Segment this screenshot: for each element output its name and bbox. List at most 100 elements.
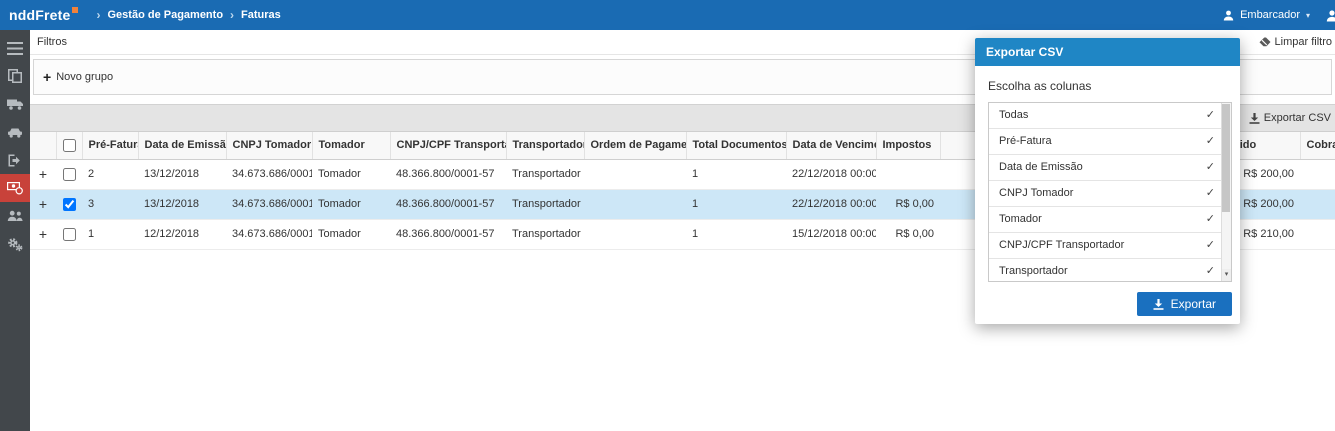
users-icon: [7, 210, 23, 221]
scroll-down-button[interactable]: ▾: [1222, 269, 1231, 281]
column-header-cobranca[interactable]: Cobrança: [1300, 132, 1335, 160]
column-option-tomador[interactable]: Tomador ✓: [989, 207, 1231, 233]
check-icon: ✓: [1205, 265, 1215, 277]
check-icon: ✓: [1205, 161, 1215, 173]
settings-icon: [8, 237, 23, 251]
cell-emissao: 13/12/2018: [138, 159, 226, 190]
cell-cnpj-transportador: 48.366.800/0001-57: [390, 159, 506, 190]
cell-ordem-pagamento: [584, 189, 686, 220]
modal-footer: Exportar: [988, 292, 1232, 316]
cell-emissao: 12/12/2018: [138, 219, 226, 250]
row-checkbox[interactable]: [62, 227, 76, 241]
option-label: CNPJ Tomador: [999, 187, 1074, 199]
sidebar-item-truck[interactable]: [0, 90, 30, 118]
cell-transportador: Transportador: [506, 189, 584, 220]
column-header-total-documentos[interactable]: Total Documentos: [686, 132, 787, 160]
column-options-list: Todas ✓ Pré-Fatura ✓ Data de Emissão ✓ C…: [988, 102, 1232, 282]
cell-impostos: R$ 0,00: [876, 219, 940, 250]
user-icon: [1223, 10, 1234, 20]
list-scrollbar[interactable]: ▾: [1221, 103, 1231, 281]
cell-cnpj-tomador: 34.673.686/0001-01: [226, 189, 312, 220]
cell-cnpj-transportador: 48.366.800/0001-57: [390, 189, 506, 220]
cell-impostos: R$ 0,00: [876, 189, 940, 220]
column-header-tomador[interactable]: Tomador: [312, 132, 391, 160]
row-checkbox[interactable]: [62, 197, 76, 211]
cell-select: [56, 189, 82, 220]
chevron-right-icon: ›: [96, 8, 101, 22]
app-logo[interactable]: nddFrete: [9, 7, 78, 23]
check-icon: ✓: [1205, 213, 1215, 225]
cell-cnpj-tomador: 34.673.686/0001-01: [226, 219, 312, 250]
logo-flag-icon: [71, 7, 78, 13]
column-header-ordem-pagamento[interactable]: Ordem de Pagamento: [584, 132, 687, 160]
caret-down-icon: ▾: [1305, 10, 1310, 20]
sidebar-item-car[interactable]: [0, 118, 30, 146]
sidebar-item-users[interactable]: [0, 202, 30, 230]
clear-filter-button[interactable]: Limpar filtro: [1259, 36, 1332, 48]
cell-select: [56, 159, 82, 190]
eraser-icon: [1259, 37, 1271, 47]
cell-transportador: Transportador: [506, 159, 584, 190]
cell-cobranca: [1300, 219, 1335, 250]
breadcrumb: › Gestão de Pagamento › Faturas: [97, 8, 281, 22]
breadcrumb-item-faturas[interactable]: Faturas: [241, 9, 281, 21]
topbar-edge-button[interactable]: [1322, 9, 1335, 27]
cell-select: [56, 219, 82, 250]
option-label: Pré-Fatura: [999, 135, 1052, 147]
chevron-right-icon: ›: [230, 8, 235, 22]
sidebar-item-settings[interactable]: [0, 230, 30, 258]
column-header-emissao-label: Data de Emissão: [144, 139, 226, 152]
cell-tomador: Tomador: [312, 159, 390, 190]
column-option-todas[interactable]: Todas ✓: [989, 103, 1231, 129]
cell-prefatura: 2: [82, 159, 138, 190]
expand-row-button[interactable]: +: [30, 189, 56, 220]
cell-vencimento: 22/12/2018 00:00: [786, 159, 876, 190]
column-header-transportador[interactable]: Transportador: [506, 132, 585, 160]
column-header-cnpj-transportador[interactable]: CNPJ/CPF Transportador: [390, 132, 507, 160]
column-header-emissao[interactable]: Data de Emissão↓: [138, 132, 227, 160]
user-menu[interactable]: Embarcador ▾: [1223, 0, 1310, 30]
sidebar-item-payments[interactable]: [0, 174, 30, 202]
export-button[interactable]: Exportar: [1136, 292, 1232, 316]
row-checkbox[interactable]: [62, 167, 76, 181]
column-header-impostos[interactable]: Impostos: [876, 132, 941, 160]
select-all-checkbox[interactable]: [62, 138, 76, 152]
new-group-button[interactable]: + Novo grupo: [43, 70, 113, 84]
sidebar-item-documents[interactable]: [0, 62, 30, 90]
cell-vencimento: 15/12/2018 00:00: [786, 219, 876, 250]
column-header-prefatura[interactable]: Pré-Fatura: [82, 132, 139, 160]
column-option-data-emissao[interactable]: Data de Emissão ✓: [989, 155, 1231, 181]
sidebar-item-menu[interactable]: [0, 34, 30, 62]
car-icon: [8, 128, 22, 138]
documents-icon: [8, 69, 22, 83]
cell-cnpj-transportador: 48.366.800/0001-57: [390, 219, 506, 250]
column-option-cnpj-tomador[interactable]: CNPJ Tomador ✓: [989, 181, 1231, 207]
download-icon: [1153, 298, 1164, 310]
modal-title: Exportar CSV: [975, 38, 1240, 66]
export-csv-modal: Exportar CSV Escolha as colunas Todas ✓ …: [975, 38, 1240, 324]
cell-total-documentos: 1: [686, 219, 786, 250]
export-csv-link[interactable]: Exportar CSV: [1249, 112, 1331, 124]
column-option-transportador[interactable]: Transportador ✓: [989, 259, 1231, 281]
plus-icon: +: [43, 69, 52, 85]
option-label: CNPJ/CPF Transportador: [999, 239, 1125, 251]
cell-impostos: [876, 159, 940, 190]
option-label: Todas: [999, 109, 1029, 121]
option-label: Data de Emissão: [999, 161, 1083, 173]
column-header-vencimento[interactable]: Data de Vencimento: [786, 132, 877, 160]
export-button-label: Exportar: [1170, 297, 1216, 311]
check-icon: ✓: [1205, 239, 1215, 251]
expand-row-button[interactable]: +: [30, 159, 56, 190]
scrollbar-thumb[interactable]: [1222, 104, 1230, 212]
column-option-prefatura[interactable]: Pré-Fatura ✓: [989, 129, 1231, 155]
export-csv-label: Exportar CSV: [1263, 112, 1331, 124]
download-icon: [1249, 112, 1260, 124]
breadcrumb-item-gestao[interactable]: Gestão de Pagamento: [108, 9, 224, 21]
modal-subtitle: Escolha as colunas: [988, 79, 1092, 93]
expand-row-button[interactable]: +: [30, 219, 56, 250]
menu-icon: [7, 41, 23, 55]
column-option-cnpj-transportador[interactable]: CNPJ/CPF Transportador ✓: [989, 233, 1231, 259]
cell-total-documentos: 1: [686, 159, 786, 190]
sidebar-item-export[interactable]: [0, 146, 30, 174]
column-header-cnpj-tomador[interactable]: CNPJ Tomador: [226, 132, 313, 160]
